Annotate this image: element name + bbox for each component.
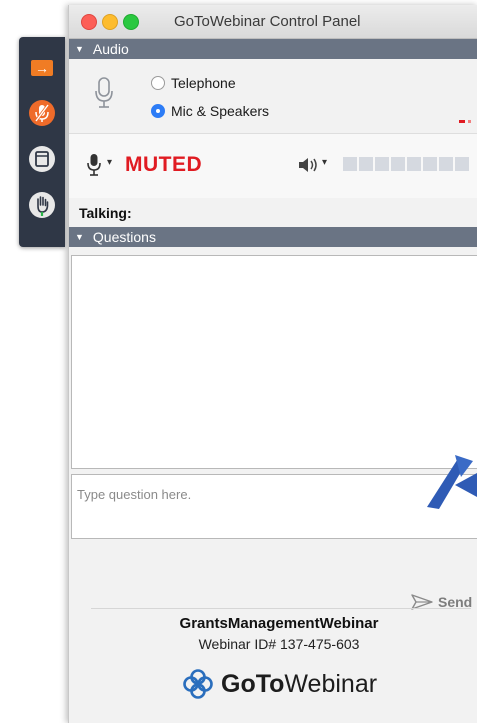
mic-speakers-option[interactable]: Mic & Speakers (151, 103, 269, 119)
input-level-indicator (459, 112, 477, 130)
question-input[interactable] (71, 474, 477, 539)
telephone-option[interactable]: Telephone (151, 75, 236, 91)
mute-row: ▾ MUTED ▾ (69, 133, 477, 198)
footer-divider (91, 608, 471, 609)
meter-segment (359, 157, 373, 171)
close-button[interactable] (81, 14, 97, 30)
microphone-icon (94, 77, 114, 114)
mute-toggle-button[interactable] (28, 99, 56, 127)
title-bar: GoToWebinar Control Panel (69, 5, 477, 39)
arrow-right-icon: → (31, 60, 53, 76)
meter-segment (455, 157, 469, 171)
screen-icon (29, 146, 55, 172)
mic-icon[interactable] (87, 154, 101, 181)
meter-segment (343, 157, 357, 171)
brand-regular-text: Webinar (284, 669, 378, 698)
control-panel-window: GoToWebinar Control Panel ▼ Audio Teleph… (68, 5, 477, 723)
audio-header-label: Audio (92, 41, 129, 57)
minimize-button[interactable] (102, 14, 118, 30)
meter-segment (375, 157, 389, 171)
talking-label: Talking: (79, 205, 132, 221)
mic-dropdown-chevron-icon[interactable]: ▾ (107, 157, 112, 168)
raise-hand-button[interactable] (28, 191, 56, 219)
zoom-button[interactable] (123, 14, 139, 30)
webinar-name: GrantsManagementWebinar (179, 615, 379, 632)
audio-section-header[interactable]: ▼ Audio (69, 39, 477, 59)
speaker-icon[interactable] (297, 156, 319, 179)
webinar-id: Webinar ID# 137-475-603 (198, 636, 360, 652)
window-title: GoToWebinar Control Panel (174, 13, 361, 30)
questions-log[interactable] (71, 255, 477, 469)
pointer-arrow-icon (425, 455, 477, 520)
raise-hand-icon (29, 192, 55, 218)
meter-segment (423, 157, 437, 171)
speaker-dropdown-chevron-icon[interactable]: ▾ (322, 157, 327, 168)
collapse-triangle-icon: ▼ (75, 232, 84, 242)
brand-bold-text: GoTo (221, 669, 285, 698)
mic-muted-icon (29, 100, 55, 126)
meter-segment (407, 157, 421, 171)
meter-segment (391, 157, 405, 171)
telephone-radio[interactable] (151, 76, 165, 90)
gotowebinar-logo-icon (183, 669, 213, 699)
brand-text: GoToWebinar (221, 670, 377, 699)
questions-section-header[interactable]: ▼ Questions (69, 227, 477, 247)
gotowebinar-brand: GoToWebinar (181, 667, 377, 701)
collapse-triangle-icon: ▼ (75, 44, 84, 54)
grab-tab-toolbar: → (19, 37, 65, 247)
mute-status-label[interactable]: MUTED (125, 153, 202, 177)
mic-speakers-label: Mic & Speakers (171, 103, 270, 119)
mic-speakers-radio[interactable] (151, 104, 165, 118)
show-hide-panel-button[interactable]: → (28, 54, 56, 82)
questions-header-label: Questions (92, 229, 156, 245)
screen-view-button[interactable] (28, 145, 56, 173)
output-level-meter (343, 157, 471, 171)
meter-segment (439, 157, 453, 171)
telephone-label: Telephone (171, 75, 236, 91)
